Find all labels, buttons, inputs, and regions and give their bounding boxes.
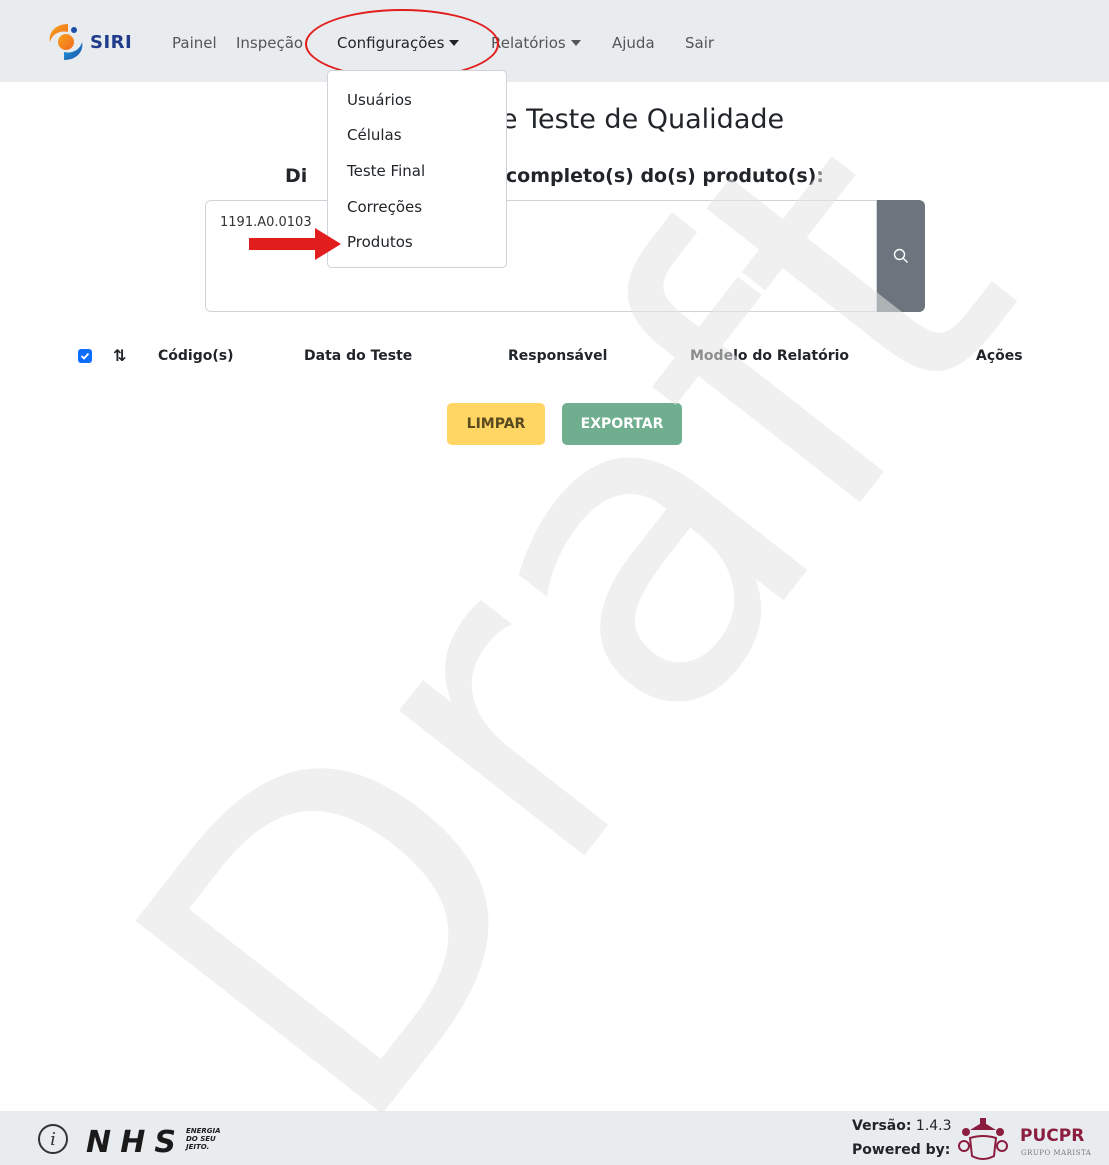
- chevron-down-icon: [449, 40, 460, 46]
- version-value: 1.4.3: [915, 1118, 952, 1134]
- column-header-codigos[interactable]: Código(s): [158, 348, 233, 364]
- version-label: Versão:: [852, 1118, 912, 1134]
- brand-link[interactable]: SIRI: [44, 20, 132, 64]
- checkmark-icon: [80, 352, 90, 360]
- dropdown-item-celulas[interactable]: Células: [347, 126, 402, 144]
- page-title: e Teste de Qualidade: [500, 104, 785, 135]
- results-table-header: ⇅ Código(s) Data do Teste Responsável Mo…: [0, 344, 1109, 374]
- search-icon: [893, 248, 908, 263]
- chevron-down-icon: [570, 40, 581, 46]
- sort-icon[interactable]: ⇅: [113, 346, 126, 365]
- nav-painel[interactable]: Painel: [172, 34, 217, 52]
- red-arrow-icon: [249, 228, 341, 260]
- dropdown-item-correcoes[interactable]: Correções: [347, 198, 422, 216]
- export-button[interactable]: EXPORTAR: [562, 403, 682, 445]
- pucpr-logo-text: PUCPR: [1020, 1126, 1085, 1146]
- nav-relatorios-label: Relatórios: [491, 34, 566, 52]
- pucpr-crest-icon: [958, 1118, 1008, 1160]
- nav-ajuda[interactable]: Ajuda: [612, 34, 655, 52]
- nhs-tagline-1: ENERGIA: [186, 1127, 221, 1135]
- version-info: Versão: 1.4.3: [852, 1118, 952, 1134]
- nav-configuracoes[interactable]: Configurações: [337, 34, 460, 52]
- nav-relatorios[interactable]: Relatórios: [491, 34, 581, 52]
- nhs-tagline-2: DO SEU: [186, 1135, 216, 1143]
- info-icon[interactable]: i: [38, 1124, 68, 1154]
- clear-button[interactable]: LIMPAR: [447, 403, 545, 445]
- dropdown-item-usuarios[interactable]: Usuários: [347, 91, 412, 109]
- pucpr-subtitle: GRUPO MARISTA: [1021, 1149, 1092, 1157]
- svg-text:NHS: NHS: [86, 1125, 176, 1158]
- configuracoes-dropdown-menu: Usuários Células Teste Final Correções P…: [327, 70, 507, 268]
- nav-configuracoes-label: Configurações: [337, 34, 445, 52]
- column-header-modelo-relatorio[interactable]: Modelo do Relatório: [690, 348, 849, 364]
- column-header-data-teste[interactable]: Data do Teste: [304, 348, 412, 364]
- brand-text: SIRI: [90, 31, 133, 53]
- nav-sair[interactable]: Sair: [685, 34, 714, 52]
- search-button[interactable]: [877, 200, 925, 312]
- column-header-responsavel[interactable]: Responsável: [508, 348, 607, 364]
- dropdown-item-teste-final[interactable]: Teste Final: [347, 162, 425, 180]
- navbar: SIRI Painel Inspeção Configurações Relat…: [0, 0, 1109, 82]
- dropdown-item-produtos[interactable]: Produtos: [347, 233, 413, 251]
- select-all-checkbox[interactable]: [78, 349, 92, 363]
- search-instruction: Di s) completo(s) do(s) produto(s):: [0, 165, 1109, 187]
- column-header-acoes: Ações: [976, 348, 1023, 364]
- powered-by-label: Powered by:: [852, 1142, 951, 1158]
- siri-logo-icon: [49, 24, 83, 60]
- nhs-logo: NHS ENERGIA DO SEU JEITO.: [86, 1125, 221, 1158]
- nhs-tagline-3: JEITO.: [184, 1143, 209, 1151]
- nav-inspecao[interactable]: Inspeção: [236, 34, 303, 52]
